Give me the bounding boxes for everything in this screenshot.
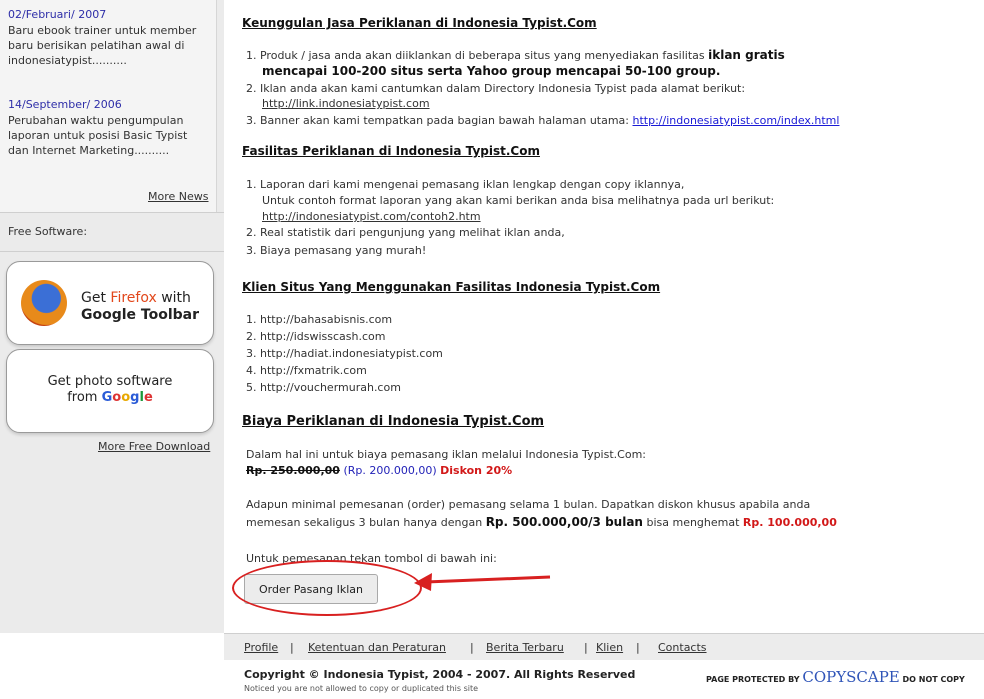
facility-item: 2. Real statistik dari pengunjung yang m…	[246, 226, 565, 239]
copyscape-logo: COPYSCAPE	[802, 668, 900, 686]
google-letter: G	[101, 390, 113, 405]
order-instruction: Untuk pemesanan tekan tombol di bawah in…	[246, 552, 497, 565]
left-sidebar: 02/Februari/ 2007 Baru ebook trainer unt…	[0, 0, 224, 633]
more-news-link[interactable]: More News	[148, 190, 209, 203]
section-title: Fasilitas Periklanan di Indonesia Typist…	[242, 144, 540, 158]
main-content: Keunggulan Jasa Periklanan di Indonesia …	[232, 0, 984, 633]
footer-link-contacts[interactable]: Contacts	[658, 641, 707, 654]
google-letter: o	[121, 390, 131, 405]
minimal-order-text: Adapun minimal pemesanan (order) pemasan…	[246, 498, 811, 511]
promo-text: Get photo software	[47, 374, 173, 389]
copyscape-text: PAGE PROTECTED BY	[706, 675, 803, 684]
savings-amount: Rp. 100.000,00	[742, 516, 837, 529]
facility-item: 1. Laporan dari kami mengenai pemasang i…	[246, 178, 685, 191]
directory-link[interactable]: http://link.indonesiatypist.com	[262, 97, 430, 110]
news-text: Perubahan waktu pengumpulan laporan untu…	[8, 113, 208, 158]
promo-text: from	[67, 390, 102, 405]
client-item: 1. http://bahasabisnis.com	[246, 313, 393, 326]
section-title: Keunggulan Jasa Periklanan di Indonesia …	[242, 16, 597, 30]
homepage-link[interactable]: http://indonesiatypist.com/index.html	[633, 114, 840, 127]
sample-report-link[interactable]: http://indonesiatypist.com/contoh2.htm	[262, 210, 481, 223]
news-text-line: Baru ebook trainer untuk member	[8, 24, 197, 37]
facility-item-continued: Untuk contoh format laporan yang akan ka…	[262, 194, 775, 207]
offer-bold-text: Rp. 500.000,00/3 bulan	[485, 515, 643, 529]
feature-item-continued: mencapai 100-200 situs serta Yahoo group…	[262, 64, 721, 78]
promo-text: Google Toolbar	[81, 307, 200, 323]
news-text-line: Perubahan waktu pengumpulan	[8, 114, 184, 127]
firefox-promo-button[interactable]: Get Firefox with Google Toolbar	[6, 261, 214, 345]
package-offer-line: memesan sekaligus 3 bulan hanya dengan R…	[246, 515, 837, 529]
offer-text: memesan sekaligus 3 bulan hanya dengan	[246, 516, 486, 529]
facility-item: 3. Biaya pemasang yang murah!	[246, 244, 427, 257]
news-text: Baru ebook trainer untuk member baru ber…	[8, 23, 208, 68]
client-item: 3. http://hadiat.indonesiatypist.com	[246, 347, 443, 360]
item-bold-text: iklan gratis	[708, 48, 785, 62]
news-date: 02/Februari/ 2007	[8, 8, 107, 21]
news-block: 02/Februari/ 2007 Baru ebook trainer unt…	[0, 0, 217, 212]
price-line: Rp. 250.000,00 (Rp. 200.000,00) Diskon 2…	[246, 464, 512, 477]
footer-separator: |	[470, 641, 474, 654]
feature-item: 2. Iklan anda akan kami cantumkan dalam …	[246, 82, 746, 95]
google-letter: e	[143, 390, 153, 405]
news-text-line: indonesiatypist..........	[8, 54, 127, 67]
feature-item: 3. Banner akan kami tempatkan pada bagia…	[246, 114, 839, 127]
new-price: (Rp. 200.000,00)	[343, 464, 437, 477]
google-photo-promo-button[interactable]: Get photo software from Google	[6, 349, 214, 433]
copyscape-banner[interactable]: PAGE PROTECTED BY COPYSCAPE DO NOT COPY	[706, 668, 965, 686]
copyright-text: Copyright © Indonesia Typist, 2004 - 200…	[244, 668, 636, 681]
footer-separator: |	[584, 641, 588, 654]
news-text-line: laporan untuk posisi Basic Typist	[8, 129, 188, 142]
item-text: 1. Produk / jasa anda akan diiklankan di…	[246, 49, 709, 62]
footer-navigation: Profile | Ketentuan dan Peraturan | Beri…	[224, 633, 984, 660]
footer-link-klien[interactable]: Klien	[596, 641, 623, 654]
photo-promo-text: Get photo software from Google	[7, 374, 213, 406]
promo-text: Firefox	[110, 290, 157, 306]
client-item: 4. http://fxmatrik.com	[246, 364, 367, 377]
firefox-icon	[21, 280, 67, 326]
free-software-label: Free Software:	[8, 225, 88, 238]
old-price: Rp. 250.000,00	[246, 464, 340, 477]
footer-link-berita[interactable]: Berita Terbaru	[486, 641, 564, 654]
section-title: Klien Situs Yang Menggunakan Fasilitas I…	[242, 280, 661, 294]
order-pasang-iklan-button[interactable]: Order Pasang Iklan	[244, 574, 378, 604]
feature-item: 1. Produk / jasa anda akan diiklankan di…	[246, 48, 785, 62]
footer-bottom: Copyright © Indonesia Typist, 2004 - 200…	[0, 660, 984, 699]
footer-link-profile[interactable]: Profile	[244, 641, 278, 654]
more-free-download-link[interactable]: More Free Download	[98, 440, 210, 453]
discount-badge: Diskon 20%	[440, 464, 513, 477]
free-software-header: Free Software:	[0, 212, 224, 252]
news-text-line: baru berisikan pelatihan awal di	[8, 39, 185, 52]
client-item: 5. http://vouchermurah.com	[246, 381, 401, 394]
section-title: Biaya Periklanan di Indonesia Typist.Com	[242, 414, 545, 429]
offer-text: bisa menghemat	[642, 516, 743, 529]
promo-text: Get	[81, 290, 111, 306]
annotation-arrow-icon	[414, 573, 551, 591]
item-text: 3. Banner akan kami tempatkan pada bagia…	[246, 114, 633, 127]
news-date: 14/September/ 2006	[8, 98, 122, 111]
pricing-intro: Dalam hal ini untuk biaya pemasang iklan…	[246, 448, 646, 461]
footer-separator: |	[636, 641, 640, 654]
firefox-promo-text: Get Firefox with Google Toolbar	[81, 290, 199, 324]
google-logo-text: Google	[102, 390, 153, 405]
client-item: 2. http://idswisscash.com	[246, 330, 386, 343]
promo-text: with	[156, 290, 191, 306]
copy-notice: Noticed you are not allowed to copy or d…	[244, 684, 479, 693]
copyscape-text: DO NOT COPY	[899, 675, 965, 684]
footer-link-ketentuan[interactable]: Ketentuan dan Peraturan	[308, 641, 446, 654]
footer-separator: |	[290, 641, 294, 654]
google-letter: o	[112, 390, 122, 405]
news-text-line: dan Internet Marketing..........	[8, 144, 170, 157]
